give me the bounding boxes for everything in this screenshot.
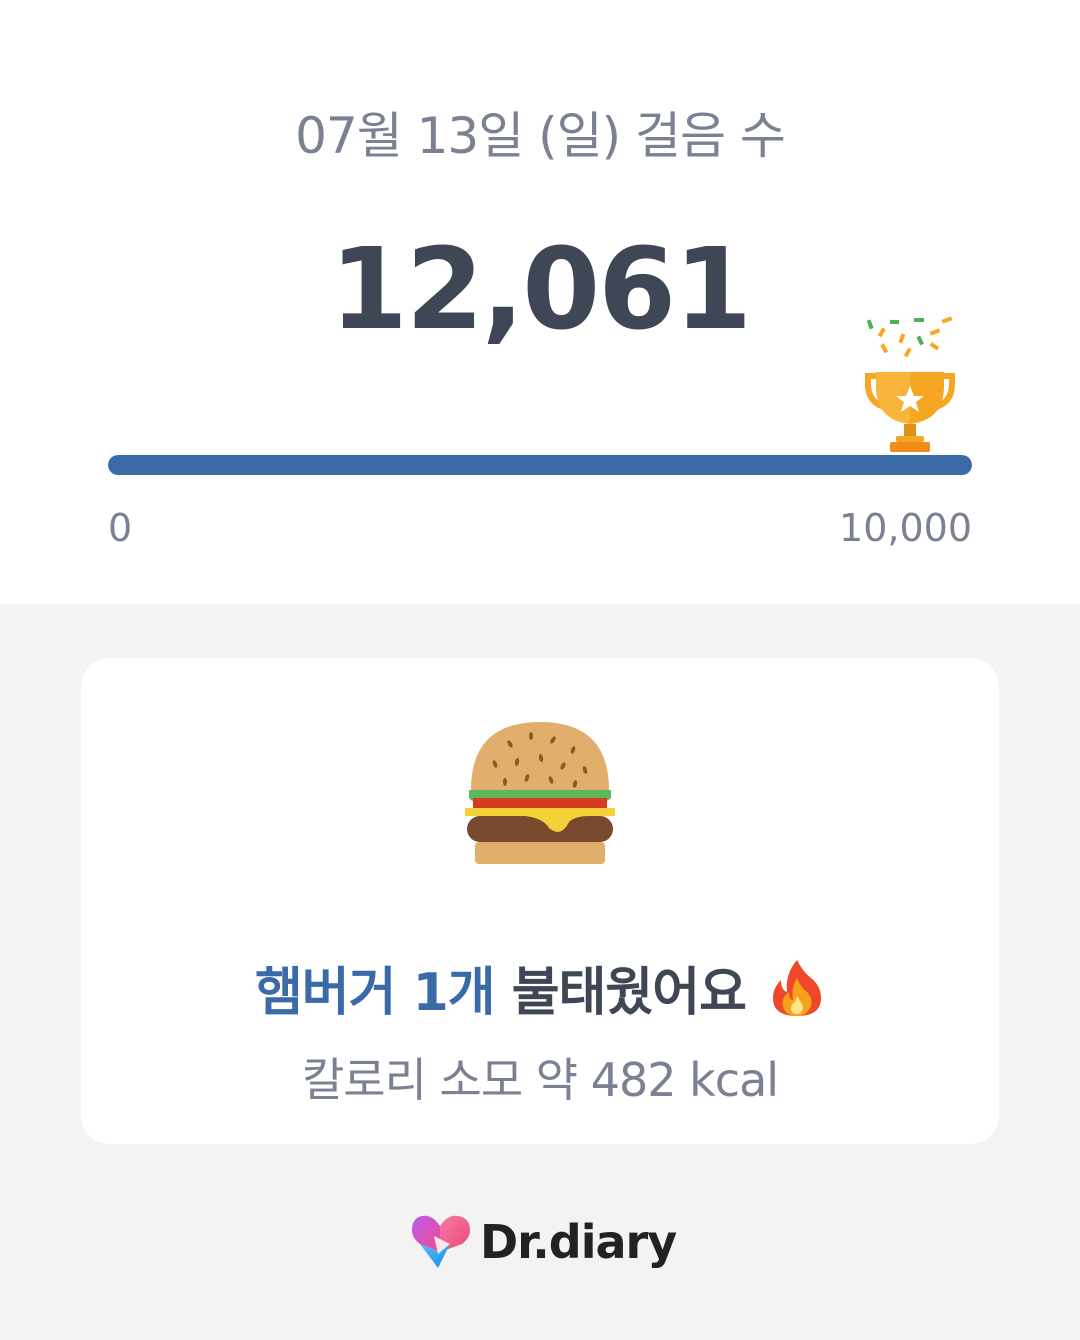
steps-progress-bar xyxy=(108,455,972,475)
calorie-card: 햄버거 1개 불태웠어요 칼로리 소모 약 482 kcal xyxy=(81,658,999,1144)
headline-rest: 불태웠어요 xyxy=(511,963,747,1023)
brand-name: Dr.diary xyxy=(480,1215,677,1269)
date-title: 07월 13일 (일) 걸음 수 xyxy=(295,107,786,165)
brand-footer: Dr.diary xyxy=(410,1210,677,1274)
headline-highlight: 햄버거 1개 xyxy=(254,963,496,1023)
trophy-icon xyxy=(865,316,955,452)
progress-min-label: 0 xyxy=(108,506,133,550)
steps-progress-fill xyxy=(108,455,972,475)
steps-summary-section: 07월 13일 (일) 걸음 수 12,061 0 10,000 xyxy=(0,0,1080,604)
fire-icon xyxy=(773,960,822,1016)
hamburger-icon xyxy=(465,722,615,864)
calorie-text: 칼로리 소모 약 482 kcal xyxy=(301,1053,779,1107)
heart-logo-icon xyxy=(412,1215,470,1268)
progress-max-label: 10,000 xyxy=(839,506,972,550)
calorie-headline: 햄버거 1개 불태웠어요 xyxy=(81,950,999,1025)
